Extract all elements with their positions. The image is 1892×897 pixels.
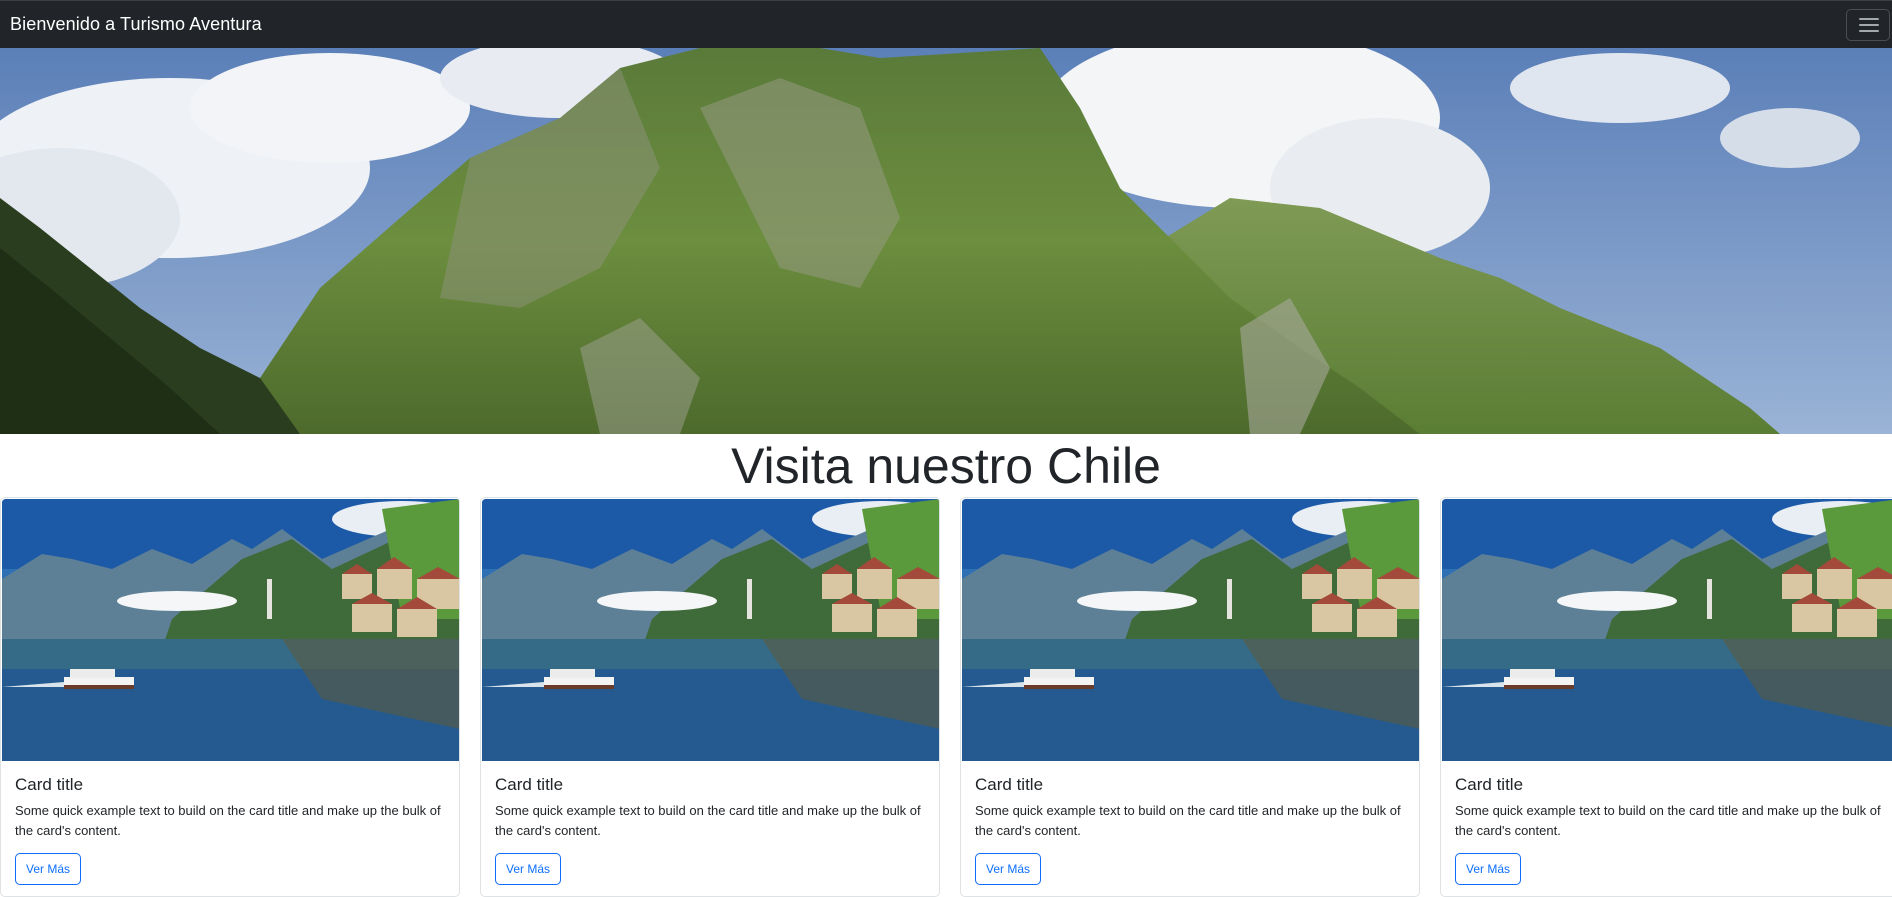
card-title: Card title xyxy=(1455,775,1524,794)
card-title: Card title xyxy=(495,775,564,794)
card-title: Card title xyxy=(975,775,1044,794)
card: Card title Some quick example text to bu… xyxy=(480,497,940,897)
card-text: Some quick example text to build on the … xyxy=(975,803,1401,838)
card-title: Card title xyxy=(15,775,84,794)
navbar-toggler-button[interactable] xyxy=(1846,9,1890,41)
page-heading: Visita nuestro Chile xyxy=(731,438,1161,494)
card-image xyxy=(482,499,939,761)
card-image xyxy=(2,499,459,761)
card: Card title Some quick example text to bu… xyxy=(960,497,1420,897)
card-row: Card title Some quick example text to bu… xyxy=(0,497,1892,897)
navbar-brand[interactable]: Bienvenido a Turismo Aventura xyxy=(10,14,262,35)
ver-mas-button[interactable]: Ver Más xyxy=(975,853,1042,885)
hero-image xyxy=(0,48,1892,434)
card-text: Some quick example text to build on the … xyxy=(1455,803,1881,838)
ver-mas-button[interactable]: Ver Más xyxy=(15,853,82,885)
card-image xyxy=(962,499,1419,761)
card: Card title Some quick example text to bu… xyxy=(0,497,460,897)
card-image xyxy=(1442,499,1892,761)
card-text: Some quick example text to build on the … xyxy=(495,803,921,838)
card: Card title Some quick example text to bu… xyxy=(1440,497,1892,897)
ver-mas-button[interactable]: Ver Más xyxy=(1455,853,1522,885)
ver-mas-button[interactable]: Ver Más xyxy=(495,853,562,885)
card-text: Some quick example text to build on the … xyxy=(15,803,441,838)
navbar: Bienvenido a Turismo Aventura xyxy=(0,0,1892,48)
